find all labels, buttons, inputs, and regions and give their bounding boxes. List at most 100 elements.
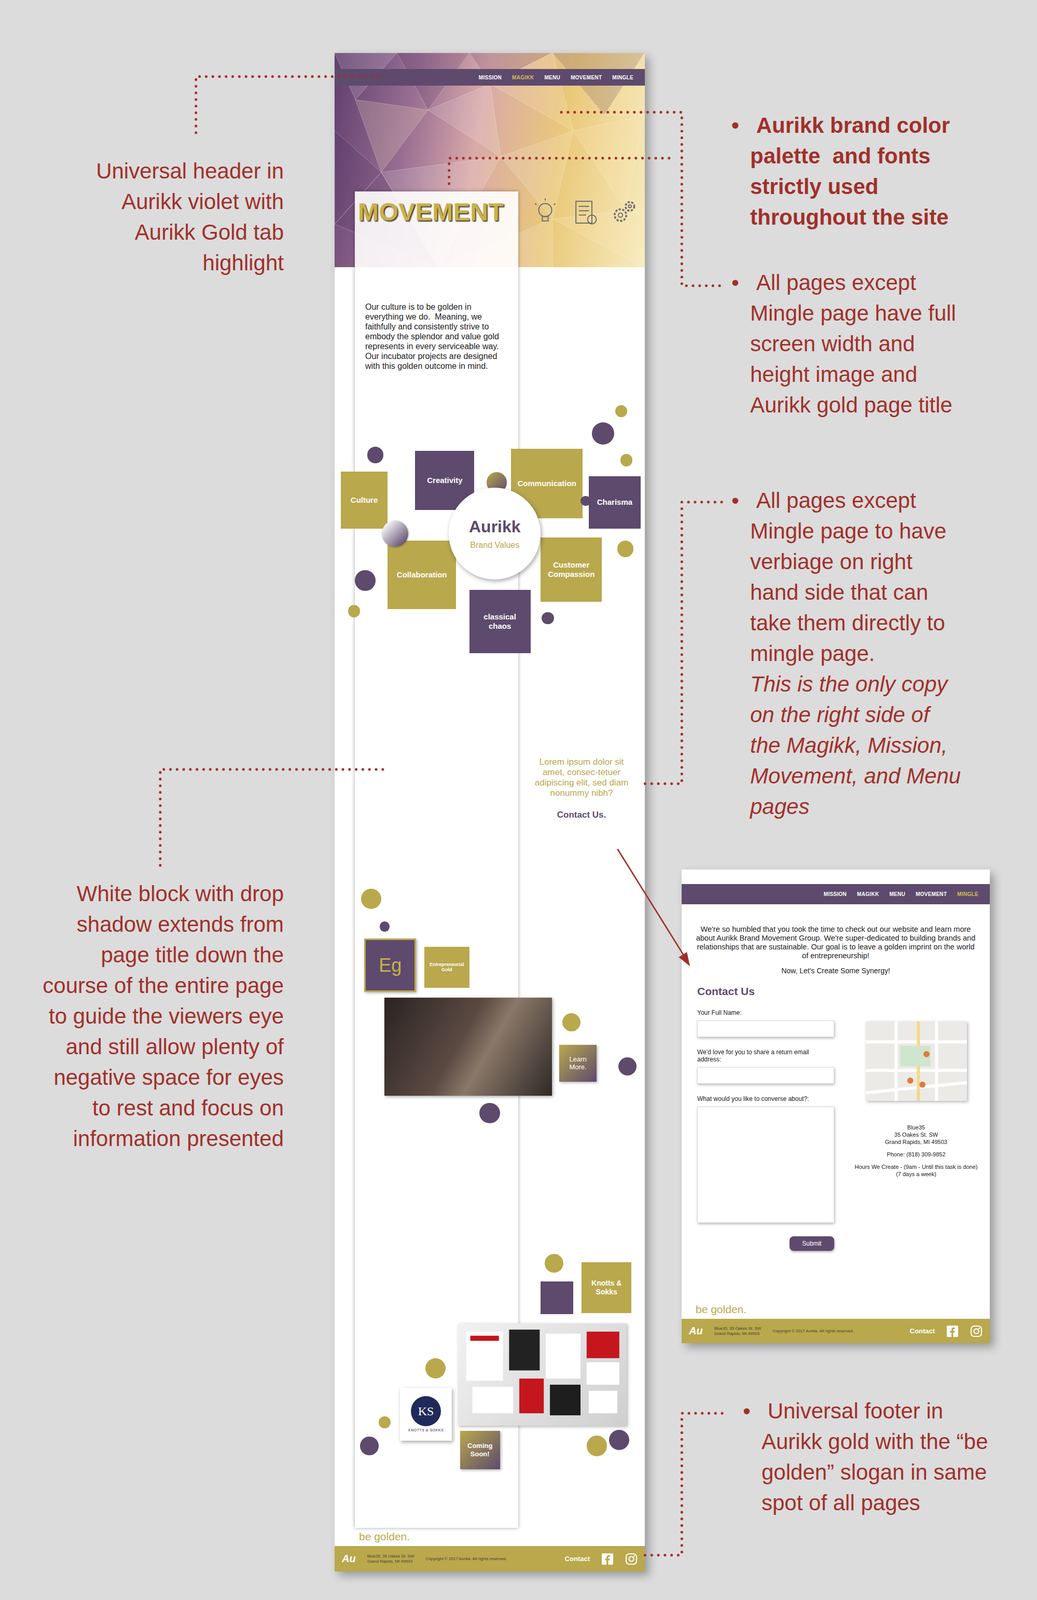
contact-title: Contact Us	[697, 985, 835, 998]
annotation: • Aurikk brand color palette and fonts s…	[750, 109, 994, 233]
brand-value-tile: classical chaos	[469, 589, 531, 654]
nav-bar: MISSION MAGIKK MENU MOVEMENT MINGLE	[681, 883, 990, 905]
slogan: be golden.	[358, 1530, 410, 1543]
nav-tab[interactable]: MENU	[544, 74, 561, 81]
eg-label-tile: Entrepreneurial Gold	[424, 946, 470, 988]
annotation-aside: This is the only copy on the right side …	[750, 668, 966, 822]
footer-contact-link[interactable]: Contact	[909, 1326, 935, 1335]
footer-copyright: Copyright © 2017 Aurikk. All rights rese…	[772, 1328, 854, 1334]
footer-logo[interactable]: Au	[341, 1552, 356, 1565]
facebook-icon[interactable]	[946, 1324, 959, 1338]
brand-value-tile: Customer Compassion	[540, 537, 602, 602]
page-title: MOVEMENT	[357, 198, 519, 227]
coming-soon-button[interactable]: Coming Soon!	[460, 1430, 501, 1470]
decor-dot	[620, 453, 633, 467]
intro-text: Our culture is to be golden in everythin…	[365, 301, 506, 371]
annotation: • All pages except Mingle page to have v…	[750, 485, 966, 822]
address: Blue3535 Oakes St. SWGrand Rapids, MI 49…	[854, 1123, 978, 1178]
presentation-board: Universal header in Aurikk violet with A…	[0, 0, 1037, 1600]
annotation: • All pages except Mingle page have full…	[750, 267, 966, 421]
decor-dot	[586, 1435, 607, 1456]
footer: Au Blue35, 35 Oakes St. SWGrand Rapids, …	[681, 1318, 990, 1344]
decor-dot	[379, 921, 391, 932]
annotation-bullet: •	[731, 267, 740, 298]
decor-dot	[348, 604, 361, 618]
brand-value-tile: Charisma	[588, 476, 641, 529]
field-label: Your Full Name:	[697, 1008, 835, 1017]
decor-dot	[381, 520, 409, 547]
eg-logo[interactable]: Eg	[364, 938, 417, 992]
decor-dot	[609, 1429, 630, 1450]
aurikk-logo: Aurikk	[468, 517, 521, 537]
lightbulb-icon	[530, 197, 560, 227]
annotation: • Universal footer in Aurikk gold with t…	[761, 1395, 990, 1518]
contact-form: Contact Us Your Full Name: We'd love for…	[697, 985, 835, 1251]
footer: Au Blue35, 35 Oakes St. SWGrand Rapids, …	[334, 1545, 645, 1572]
nav-bar: MISSION MAGIKK MENU MOVEMENT MINGLE	[334, 68, 645, 86]
knotts-sokks-logo[interactable]: KS KNOTTS & SOKKS	[399, 1387, 452, 1441]
footer-contact-link[interactable]: Contact	[564, 1554, 590, 1563]
movement-page-mockup: MISSION MAGIKK MENU MOVEMENT MINGLE MOVEMENT…	[334, 52, 645, 1572]
brand-values-badge: Aurikk Brand Values	[448, 487, 541, 580]
field-label: What would you like to converse about?:	[697, 1095, 835, 1103]
decor-dot	[367, 446, 384, 464]
brand-value-tile: Culture	[340, 471, 389, 529]
decor-dot	[580, 495, 591, 507]
stationery-image	[458, 1323, 627, 1426]
decor-dot	[479, 1102, 500, 1124]
location-map[interactable]	[865, 1021, 967, 1101]
decor-dot	[615, 405, 628, 418]
footer-address: Blue35, 35 Oakes St. SWGrand Rapids, MI …	[714, 1325, 762, 1337]
message-textarea[interactable]	[697, 1106, 835, 1223]
decor-dot	[618, 1057, 637, 1076]
decor-dot	[591, 422, 615, 445]
facebook-icon[interactable]	[601, 1552, 614, 1566]
arrow-icon	[678, 951, 690, 967]
decor-dot	[360, 1436, 379, 1455]
text-input[interactable]	[697, 1067, 835, 1084]
footer-logo[interactable]: Au	[688, 1324, 703, 1337]
mingle-page-mockup: MISSION MAGIKK MENU MOVEMENT MINGLE We're so…	[681, 869, 990, 1344]
submit-button[interactable]: Submit	[789, 1236, 835, 1251]
mingle-cta: Lorem ipsum dolor sit amet, consec-tetue…	[530, 756, 633, 821]
learn-more-button[interactable]: Learn More.	[559, 1044, 598, 1082]
annotation-bullet: •	[731, 485, 740, 516]
document-icon	[570, 197, 600, 227]
nav-tab[interactable]: MAGIKK	[512, 74, 534, 81]
contact-info: Blue3535 Oakes St. SWGrand Rapids, MI 49…	[842, 985, 990, 1251]
decor-dot	[541, 612, 555, 625]
footer-address: Blue35, 35 Oakes St. SWGrand Rapids, MI …	[367, 1553, 415, 1565]
podcast-photo	[384, 997, 552, 1096]
brand-value-tile: Collaboration	[387, 540, 456, 610]
mingle-tagline: Now, Let's Create Some Synergy!	[681, 966, 990, 975]
decor-dot	[617, 540, 634, 558]
nav-tab[interactable]: MINGLE	[957, 891, 979, 897]
callout-lines	[0, 0, 1037, 1600]
text-input[interactable]	[697, 1020, 835, 1037]
knotts-label-tile: Knotts & Sokks	[581, 1262, 632, 1313]
annotation-bullet: •	[731, 109, 740, 141]
decor-dot	[354, 570, 376, 591]
decor-tile	[540, 1281, 574, 1315]
gears-icon	[609, 197, 639, 227]
nav-tab[interactable]: MENU	[889, 891, 906, 897]
instagram-icon[interactable]	[970, 1324, 983, 1338]
field-label: We'd love for you to share a return emai…	[697, 1048, 835, 1063]
footer-copyright: Copyright © 2017 Aurikk. All rights rese…	[425, 1556, 507, 1561]
decor-dot	[562, 1013, 581, 1032]
nav-tab[interactable]: MOVEMENT	[915, 891, 947, 897]
nav-tab[interactable]: MOVEMENT	[570, 74, 602, 81]
nav-tab[interactable]: MISSION	[823, 891, 847, 897]
mingle-intro: We're so humbled that you took the time …	[681, 924, 990, 961]
annotation: Universal header in Aurikk violet with A…	[81, 155, 284, 279]
nav-tab[interactable]: MAGIKK	[856, 891, 879, 897]
instagram-icon[interactable]	[625, 1552, 638, 1566]
nav-tab[interactable]: MINGLE	[612, 74, 634, 81]
contact-link[interactable]: Contact Us.	[557, 809, 606, 821]
decor-dot	[544, 1253, 563, 1272]
slogan: be golden.	[695, 1303, 990, 1316]
hero-icons	[530, 197, 639, 227]
annotation: White block with drop shadow extends fro…	[31, 878, 284, 1154]
annotation-bullet: •	[742, 1395, 751, 1427]
nav-tab[interactable]: MISSION	[478, 74, 502, 81]
